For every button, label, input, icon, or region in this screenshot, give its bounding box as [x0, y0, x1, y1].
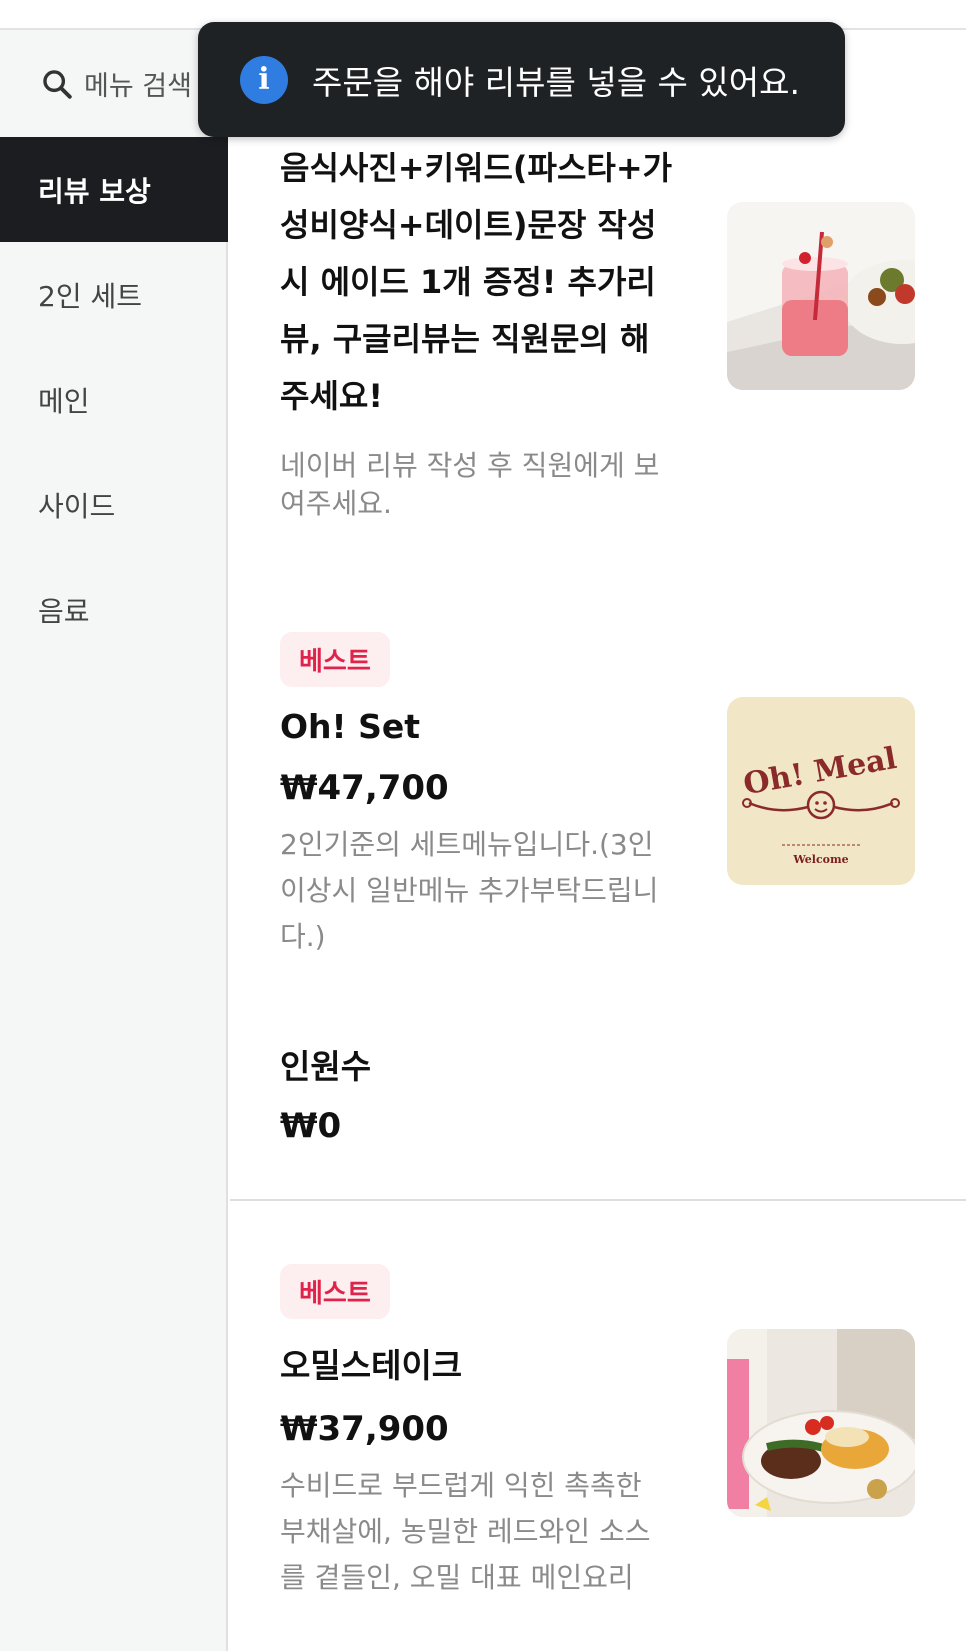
item-description: 수비드로 부드럽게 익힌 촉촉한 부채살에, 농밀한 레드와인 소스를 곁들인,…	[280, 1469, 651, 1594]
search-placeholder: 메뉴 검색	[84, 71, 192, 102]
menu-item-review-reward[interactable]: 음식사진+키워드(파스타+가성비양식+데이트)문장 작성시 에이드 1개 증정!…	[280, 140, 675, 523]
toast-message: 주문을 해야 리뷰를 넣을 수 있어요.	[312, 62, 800, 102]
item-name: 오밀스테이크	[280, 1346, 463, 1385]
search-icon	[43, 69, 72, 99]
category-review-reward[interactable]: 리뷰 보상	[0, 137, 228, 242]
best-badge: 베스트	[280, 1264, 390, 1319]
item-title: 음식사진+키워드(파스타+가성비양식+데이트)문장 작성시 에이드 1개 증정!…	[280, 149, 673, 415]
option-label: 인원수	[280, 1047, 372, 1086]
item-price: ₩47,700	[280, 768, 449, 808]
item-description: 2인기준의 세트메뉴입니다.(3인이상시 일반메뉴 추가부탁드립니다.)	[280, 828, 659, 953]
section-divider	[230, 1199, 966, 1201]
item-image-oh-meal-logo[interactable]: Oh! Meal Welcome	[727, 697, 915, 885]
item-image-drink[interactable]	[727, 202, 915, 390]
item-price: ₩37,900	[280, 1409, 449, 1449]
category-side[interactable]: 사이드	[0, 452, 228, 557]
steak-photo	[727, 1329, 915, 1517]
item-name: Oh! Set	[280, 707, 421, 746]
oh-meal-logo: Oh! Meal Welcome	[727, 697, 915, 885]
toast-notification: i 주문을 해야 리뷰를 넣을 수 있어요.	[198, 22, 845, 137]
menu-page: 메뉴 검색 리뷰 보상 2인 세트 메인 사이드 음료 i 주문을 해야 리뷰를…	[0, 0, 966, 1651]
category-sidebar: 메뉴 검색 리뷰 보상 2인 세트 메인 사이드 음료	[0, 30, 228, 1651]
menu-item-oh-set[interactable]: 베스트 Oh! Set ₩47,700 2인기준의 세트메뉴입니다.(3인이상시…	[280, 632, 675, 960]
item-description: 네이버 리뷰 작성 후 직원에게 보여주세요.	[280, 449, 660, 520]
category-2-person-set[interactable]: 2인 세트	[0, 242, 228, 347]
category-drinks[interactable]: 음료	[0, 557, 228, 662]
option-group-headcount[interactable]: 인원수 ₩0	[280, 1040, 675, 1146]
info-icon: i	[240, 55, 288, 104]
best-badge: 베스트	[280, 632, 390, 687]
welcome-text: Welcome	[792, 853, 848, 866]
option-price: ₩0	[280, 1106, 342, 1146]
item-image-steak[interactable]	[727, 1329, 915, 1517]
menu-search[interactable]: 메뉴 검색	[0, 30, 228, 137]
drink-photo	[727, 202, 915, 390]
category-main[interactable]: 메인	[0, 347, 228, 452]
menu-item-omil-steak[interactable]: 베스트 오밀스테이크 ₩37,900 수비드로 부드럽게 익힌 촉촉한 부채살에…	[280, 1264, 675, 1601]
